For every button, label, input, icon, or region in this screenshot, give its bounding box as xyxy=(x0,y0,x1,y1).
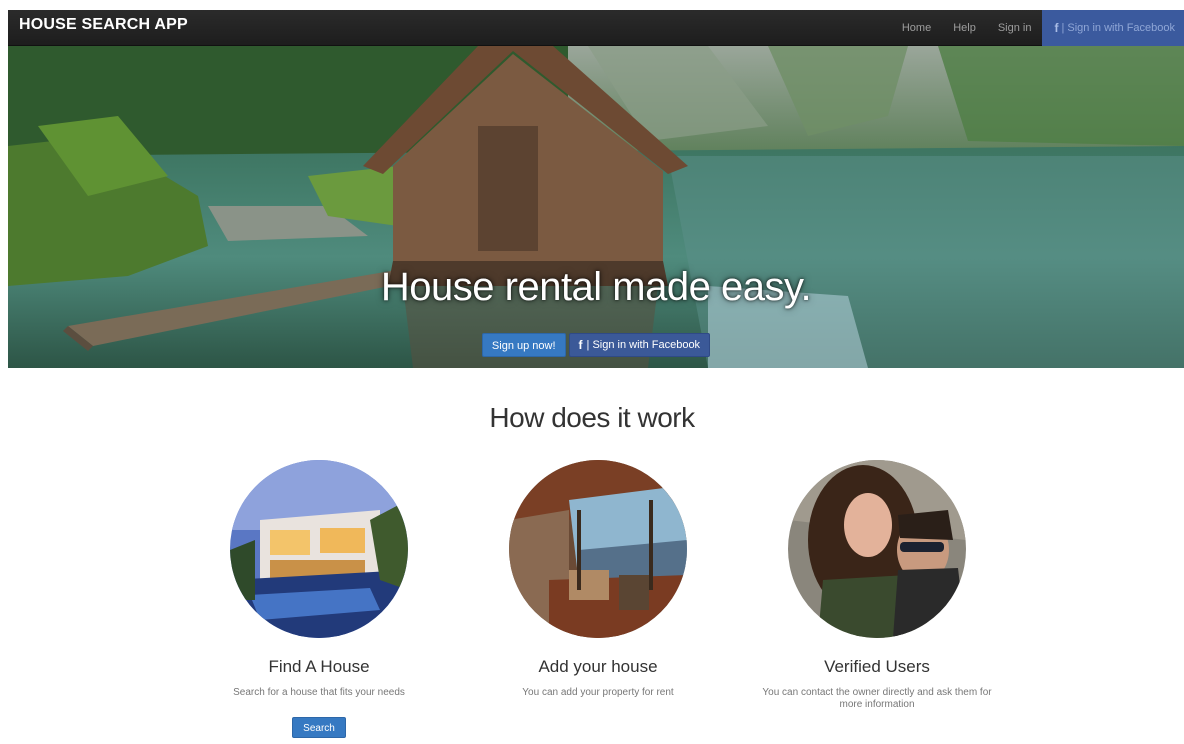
hero-facebook-signin-label: | Sign in with Facebook xyxy=(586,339,701,351)
nav-help-link[interactable]: Help xyxy=(942,10,987,46)
feature-find-house-text: Search for a house that fits your needs xyxy=(233,687,405,698)
feature-find-house-title: Find A House xyxy=(268,657,370,676)
brand-logo[interactable]: HOUSE SEARCH APP xyxy=(19,16,188,34)
hero-landscape-image xyxy=(8,46,1184,368)
page: HOUSE SEARCH APP Home Help Sign in f | S… xyxy=(0,0,1184,744)
hero-facebook-signin-button[interactable]: f | Sign in with Facebook xyxy=(568,333,711,357)
feature-verified-users-text: You can contact the owner directly and a… xyxy=(762,687,992,710)
top-navbar: HOUSE SEARCH APP Home Help Sign in f | S… xyxy=(8,10,1184,46)
facebook-icon: f xyxy=(1054,21,1059,35)
porch-image xyxy=(509,460,687,638)
feature-add-house-text: You can add your property for rent xyxy=(522,687,674,698)
hero-buttons: Sign up now! f | Sign in with Facebook xyxy=(8,333,1184,357)
nav-facebook-signin-button[interactable]: f | Sign in with Facebook xyxy=(1042,10,1184,46)
hero-headline: House rental made easy. xyxy=(380,265,812,309)
feature-verified-users: Verified Users You can contact the owner… xyxy=(747,460,1007,711)
signup-button[interactable]: Sign up now! xyxy=(481,333,566,357)
facebook-icon: f xyxy=(578,338,583,352)
feature-find-house: Find A House Search for a house that fit… xyxy=(189,460,449,738)
search-button[interactable]: Search xyxy=(292,717,346,738)
nav-home-link[interactable]: Home xyxy=(891,10,942,46)
nav-signin-link[interactable]: Sign in xyxy=(987,10,1043,46)
nav-links: Home Help Sign in f | Sign in with Faceb… xyxy=(891,10,1184,46)
how-it-works-title: How does it work xyxy=(489,402,695,433)
hero-banner: House rental made easy. Sign up now! f |… xyxy=(8,46,1184,368)
feature-add-house-title: Add your house xyxy=(538,657,658,676)
modern-house-image xyxy=(230,460,408,638)
feature-add-house: Add your house You can add your property… xyxy=(468,460,728,699)
nav-facebook-signin-label: | Sign in with Facebook xyxy=(1061,22,1175,34)
feature-verified-users-title: Verified Users xyxy=(824,657,930,676)
users-photo-image xyxy=(788,460,966,638)
